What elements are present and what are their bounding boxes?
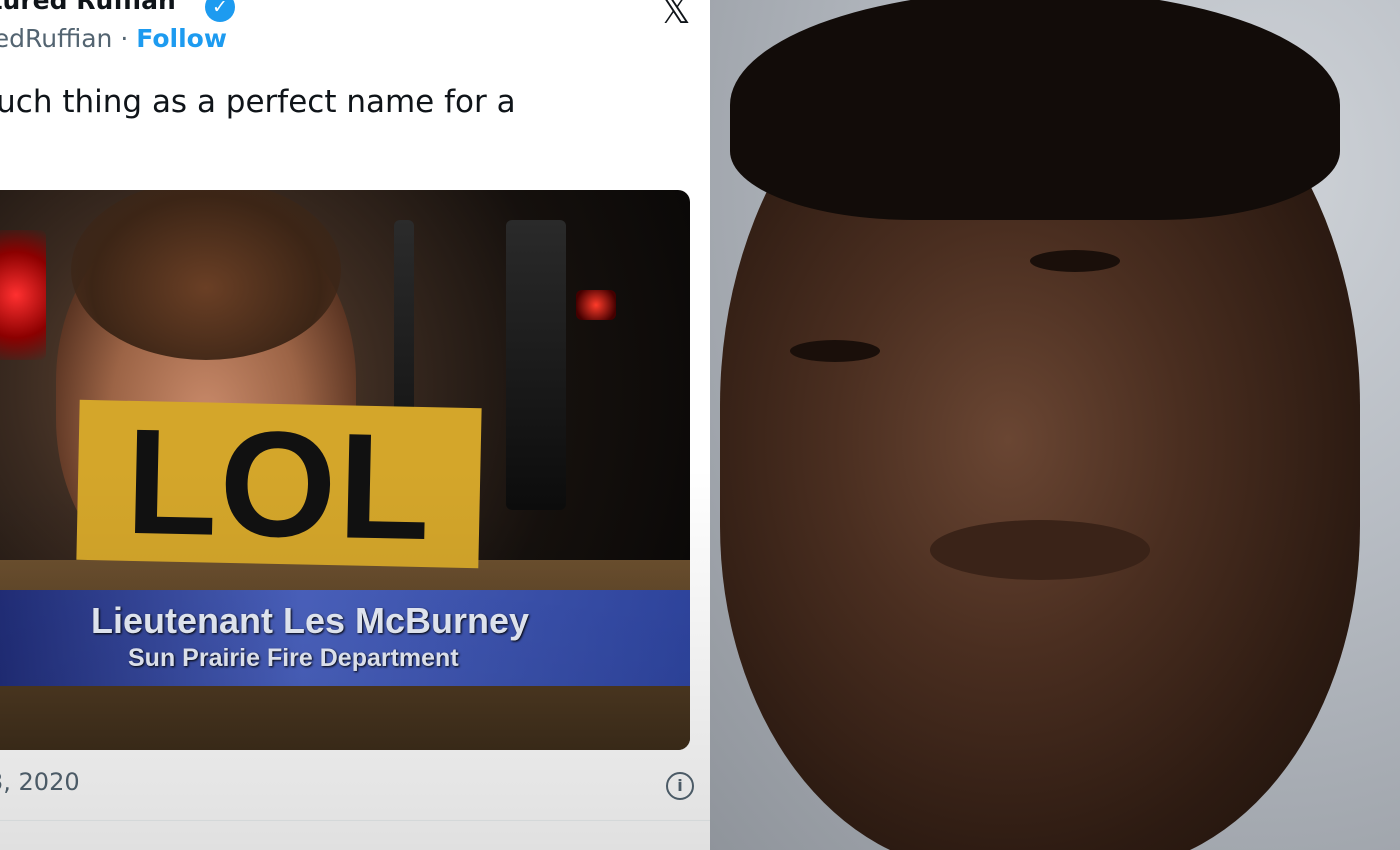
lower-third-name: Lieutenant Les McBurney <box>91 600 530 641</box>
author-name[interactable]: ltured Ruffian <box>0 0 176 15</box>
man-left-eye <box>790 340 880 362</box>
author-handle-line: redRuffian · Follow <box>0 24 227 53</box>
lower-third-subtitle: Sun Prairie Fire Department <box>128 644 459 672</box>
tweet-card: ltured Ruffian ✓ redRuffian · Follow 𝕏 s… <box>0 0 710 850</box>
emergency-light <box>0 230 46 360</box>
man-right-eye <box>1030 250 1120 272</box>
lol-overlay-text: LOL <box>124 396 434 572</box>
author-handle[interactable]: redRuffian <box>0 24 112 53</box>
info-icon[interactable]: i <box>666 772 694 800</box>
follow-button[interactable]: Follow <box>136 24 227 53</box>
man-mouth <box>930 520 1150 580</box>
man-hair <box>730 0 1340 220</box>
reaction-photo <box>710 0 1400 850</box>
tweet-date[interactable]: 3, 2020 <box>0 768 80 796</box>
lol-overlay-banner: LOL <box>76 396 482 572</box>
separator: · <box>120 24 129 53</box>
fire-truck <box>506 220 566 510</box>
x-logo-icon[interactable]: 𝕏 <box>660 0 691 32</box>
divider <box>0 820 710 821</box>
verified-badge-icon: ✓ <box>205 0 235 22</box>
tweet-text: such thing as a perfect name for a <box>0 84 516 120</box>
emergency-light <box>576 290 616 320</box>
